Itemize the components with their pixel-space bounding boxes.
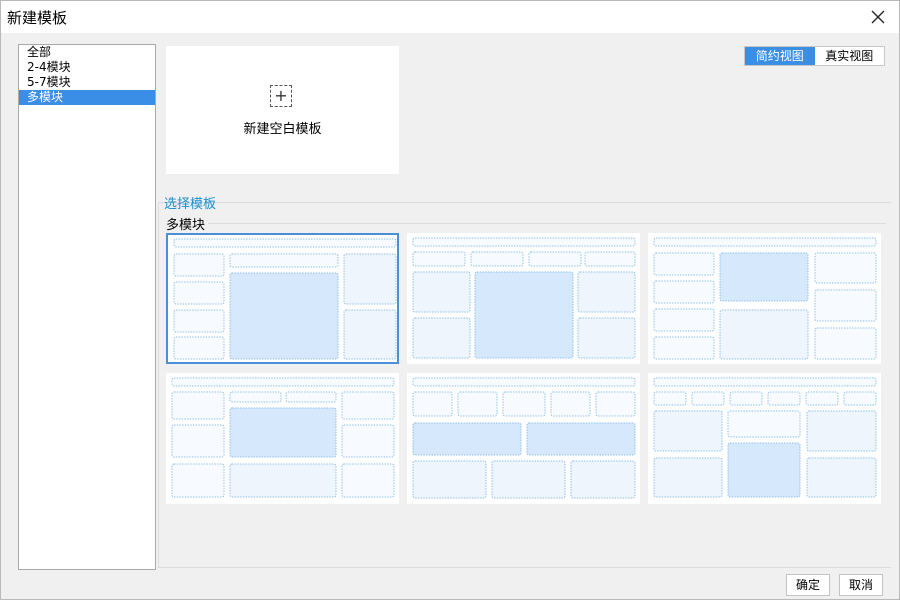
sidebar-item-all[interactable]: 全部 <box>19 45 155 60</box>
template-preview-6 <box>653 377 877 498</box>
group-divider <box>206 223 886 224</box>
template-card-3[interactable] <box>648 233 881 364</box>
template-preview-3 <box>653 237 877 360</box>
view-toggle: 简约视图 真实视图 <box>744 46 885 66</box>
template-card-5[interactable] <box>407 373 640 504</box>
new-blank-template-card[interactable]: + 新建空白模板 <box>166 46 399 174</box>
simple-view-button[interactable]: 简约视图 <box>745 47 815 65</box>
template-card-4[interactable] <box>166 373 399 504</box>
template-preview-1 <box>173 238 397 360</box>
template-card-2[interactable] <box>407 233 640 364</box>
template-preview-2 <box>412 237 636 359</box>
real-view-button[interactable]: 真实视图 <box>815 47 885 65</box>
title-bar: 新建模板 <box>1 1 899 33</box>
main-panel: + 新建空白模板 简约视图 真实视图 选择模板 多模块 <box>158 44 891 568</box>
group-label: 多模块 <box>166 214 209 233</box>
close-button[interactable] <box>867 6 889 28</box>
template-preview-4 <box>171 377 395 498</box>
plus-icon: + <box>270 85 292 107</box>
new-blank-template-label: 新建空白模板 <box>243 122 322 137</box>
dialog-title: 新建模板 <box>7 9 68 27</box>
section-title: 选择模板 <box>164 197 217 212</box>
sidebar-item-multi-modules[interactable]: 多模块 <box>19 90 155 105</box>
cancel-button[interactable]: 取消 <box>839 574 883 596</box>
sidebar-item-5-7-modules[interactable]: 5-7模块 <box>19 75 155 90</box>
ok-button[interactable]: 确定 <box>786 574 830 596</box>
category-list: 全部 2-4模块 5-7模块 多模块 <box>18 44 156 570</box>
close-icon <box>871 10 885 24</box>
template-card-6[interactable] <box>648 373 881 504</box>
template-preview-5 <box>412 377 636 499</box>
sidebar-item-2-4-modules[interactable]: 2-4模块 <box>19 60 155 75</box>
template-card-1[interactable] <box>166 233 399 364</box>
new-template-dialog: 新建模板 全部 2-4模块 5-7模块 多模块 + 新建空白模板 简约视图 真实… <box>0 0 900 600</box>
